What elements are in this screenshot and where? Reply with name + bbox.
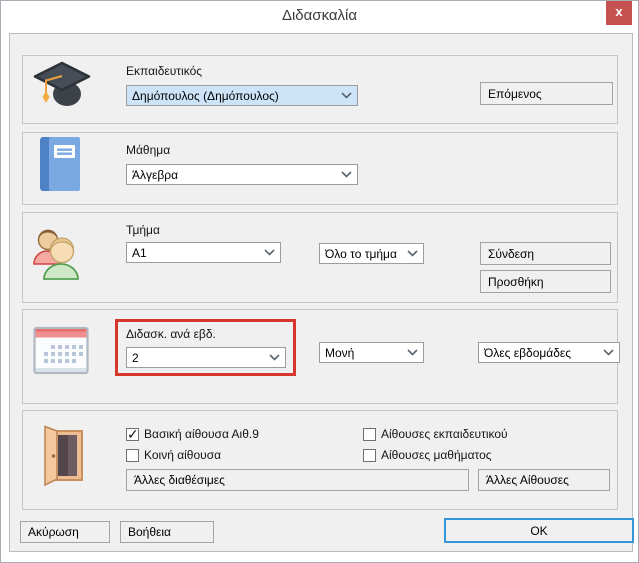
rooms-section: Βασική αίθουσα Αιθ.9 Κοινή αίθουσα Αίθου… [22,410,618,510]
door-icon [40,425,86,487]
home-room-checkbox[interactable]: Βασική αίθουσα Αιθ.9 [126,427,259,441]
graduation-cap-icon [33,60,91,112]
class-scope-value: Όλο το τμήμα [325,247,397,261]
shared-room-checkbox[interactable]: Κοινή αίθουσα [126,448,221,462]
checkbox-box [363,428,376,441]
teacher-label: Εκπαιδευτικός [126,64,202,78]
add-button[interactable]: Προσθήκη [480,270,611,293]
class-select-value: A1 [132,246,147,260]
weeks-value: Όλες εβδομάδες [484,346,571,360]
chevron-down-icon [341,171,352,178]
class-select[interactable]: A1 [126,242,281,263]
teacher-select[interactable]: Δημόπουλος (Δημόπουλος) [126,85,358,106]
teaching-dialog: Διδασκαλία x Εκπαιδευτικός Δημόπουλος (Δ… [0,0,639,563]
checkbox-box [126,428,139,441]
lessons-per-week-value: 2 [132,351,139,365]
class-scope-select[interactable]: Όλο το τμήμα [319,243,424,264]
subject-rooms-checkbox[interactable]: Αίθουσες μαθήματος [363,448,492,462]
close-button[interactable]: x [606,1,632,25]
chevron-down-icon [264,249,275,256]
calendar-icon [33,326,89,376]
chevron-down-icon [407,250,418,257]
subject-select-value: Άλγεβρα [132,168,178,182]
shared-room-label: Κοινή αίθουσα [144,448,221,462]
checkbox-box [126,449,139,462]
home-room-label: Βασική αίθουσα Αιθ.9 [144,427,259,441]
chevron-down-icon [407,349,418,356]
duration-select[interactable]: Μονή [319,342,424,363]
class-section: Τμήμα A1 Όλο το τμήμα Σύνδεση Προσθήκη [22,212,618,303]
join-button[interactable]: Σύνδεση [480,242,611,265]
other-rooms-button[interactable]: Άλλες Αίθουσες [478,469,610,491]
subject-label: Μάθημα [126,143,170,157]
lessons-per-week-label: Διδασκ. ανά εβδ. [126,327,216,341]
class-label: Τμήμα [126,223,160,237]
other-available-button[interactable]: Άλλες διαθέσιμες [126,469,469,491]
students-icon [31,226,87,282]
duration-value: Μονή [325,346,354,360]
dialog-title: Διδασκαλία [1,7,638,24]
teacher-rooms-checkbox[interactable]: Αίθουσες εκπαιδευτικού [363,427,508,441]
lessons-per-week-select[interactable]: 2 [126,347,286,368]
title-bar: Διδασκαλία x [1,1,638,31]
lessons-section: Διδασκ. ανά εβδ. 2 Μονή Όλες εβδομάδες [22,309,618,404]
subject-rooms-label: Αίθουσες μαθήματος [381,448,492,462]
teacher-select-value: Δημόπουλος (Δημόπουλος) [132,89,279,103]
teacher-rooms-label: Αίθουσες εκπαιδευτικού [381,427,508,441]
help-button[interactable]: Βοήθεια [120,521,214,543]
book-icon [39,136,81,192]
weeks-select[interactable]: Όλες εβδομάδες [478,342,620,363]
checkbox-box [363,449,376,462]
chevron-down-icon [603,349,614,356]
chevron-down-icon [341,92,352,99]
subject-section: Μάθημα Άλγεβρα [22,132,618,205]
cancel-button[interactable]: Ακύρωση [20,521,110,543]
chevron-down-icon [269,354,280,361]
next-button[interactable]: Επόμενος [480,82,613,105]
content-panel: Εκπαιδευτικός Δημόπουλος (Δημόπουλος) Επ… [9,33,633,552]
ok-button[interactable]: OK [444,518,634,543]
teacher-section: Εκπαιδευτικός Δημόπουλος (Δημόπουλος) Επ… [22,55,618,124]
subject-select[interactable]: Άλγεβρα [126,164,358,185]
